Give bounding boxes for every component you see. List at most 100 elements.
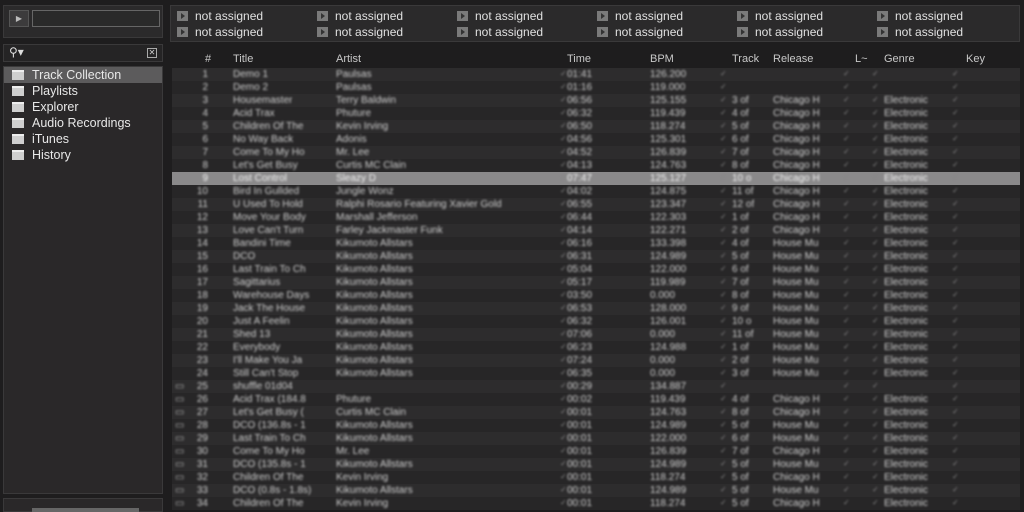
table-row[interactable]: ▭ 32 Children Of The Kevin Irving 00:01 118.2…: [172, 471, 1020, 484]
col-artist[interactable]: Artist: [336, 53, 361, 65]
favorite-slot[interactable]: not assigned: [175, 24, 315, 40]
track-icon: ▭: [175, 446, 185, 457]
table-row[interactable]: 11 U Used To Hold Ralphi Rosario Featuring…: [172, 198, 1020, 211]
cell-num: 11: [197, 199, 208, 210]
scrollbar[interactable]: [32, 508, 139, 512]
tree-item[interactable]: Audio Recordings: [4, 115, 162, 131]
table-row[interactable]: ▭ 31 DCO (135.8s - 1 Kikumoto Allstars 00:01…: [172, 458, 1020, 471]
cell-artist: Sleazy D: [336, 173, 377, 184]
favorite-slot[interactable]: not assigned: [315, 8, 455, 24]
table-row[interactable]: 17 Sagittarius Kikumoto Allstars 05:17 119.9…: [172, 276, 1020, 289]
favorite-slot[interactable]: not assigned: [595, 8, 735, 24]
edit-mark-icon: ✓: [872, 498, 879, 507]
table-row[interactable]: 12 Move Your Body Marshall Jefferson 06:44 1…: [172, 211, 1020, 224]
table-row[interactable]: 5 Children Of The Kevin Irving 06:50 118.274…: [172, 120, 1020, 133]
cell-bpm: 134.887: [650, 381, 687, 392]
table-row[interactable]: 23 I'll Make You Ja Kikumoto Allstars 07:24…: [172, 354, 1020, 367]
favorite-slot[interactable]: not assigned: [455, 8, 595, 24]
table-row[interactable]: 7 Come To My Ho Mr. Lee 04:52 126.839 7 of Chi…: [172, 146, 1020, 159]
cell-title: Bandini Time: [233, 238, 291, 249]
edit-mark-icon: ✓: [843, 95, 850, 104]
table-row[interactable]: 2 Demo 2 Paulsas 01:16 119.000 ✓ ✓ ✓ ✓ ✓: [172, 81, 1020, 94]
col-key[interactable]: Key: [966, 53, 985, 65]
tree-item[interactable]: History: [4, 147, 162, 163]
table-row[interactable]: 22 Everybody Kikumoto Allstars 06:23 124.988…: [172, 341, 1020, 354]
table-row[interactable]: ▭ 33 DCO (0.8s - 1.8s) Kikumoto Allstars 00:…: [172, 484, 1020, 497]
table-row[interactable]: 18 Warehouse Days Kikumoto Allstars 03:50 0.…: [172, 289, 1020, 302]
cell-bpm: 124.988: [650, 342, 687, 353]
cell-artist: Paulsas: [336, 69, 372, 80]
edit-mark-icon: ✓: [843, 472, 850, 481]
table-row[interactable]: ▭ 25 shuffle 01d04 00:29 134.887 ✓ ✓ ✓ ✓ ✓: [172, 380, 1020, 393]
favorite-slot[interactable]: not assigned: [595, 24, 735, 40]
cell-track: 1 of: [732, 342, 749, 353]
table-row[interactable]: 20 Just A Feelin Kikumoto Allstars 06:32 126…: [172, 315, 1020, 328]
clear-search-icon[interactable]: ✕: [147, 48, 157, 58]
col-num[interactable]: #: [205, 53, 211, 65]
table-row[interactable]: ▭ 29 Last Train To Ch Kikumoto Allstars 00:0…: [172, 432, 1020, 445]
table-row[interactable]: 9 Lost Control Sleazy D 07:47 125.127 10 o Chi…: [172, 172, 1020, 185]
tree-item[interactable]: Playlists: [4, 83, 162, 99]
search-icon[interactable]: ⚲▾: [9, 45, 24, 59]
favorite-slot[interactable]: not assigned: [455, 24, 595, 40]
table-row[interactable]: 1 Demo 1 Paulsas 01:41 126.200 ✓ ✓ ✓ ✓ ✓: [172, 68, 1020, 81]
cell-time: 06:44: [567, 212, 593, 223]
edit-mark-icon: ✓: [560, 407, 567, 416]
table-row[interactable]: 8 Let's Get Busy Curtis MC Clain 04:13 124.7…: [172, 159, 1020, 172]
table-row[interactable]: 3 Housemaster Terry Baldwin 06:56 125.155 3 o…: [172, 94, 1020, 107]
table-row[interactable]: 19 Jack The House Kikumoto Allstars 06:53 12…: [172, 302, 1020, 315]
col-title[interactable]: Title: [233, 53, 253, 65]
table-row[interactable]: ▭ 28 DCO (136.8s - 1 Kikumoto Allstars 00:01…: [172, 419, 1020, 432]
cell-bpm: 118.274: [650, 121, 686, 132]
table-row[interactable]: 16 Last Train To Ch Kikumoto Allstars 05:04…: [172, 263, 1020, 276]
col-bpm[interactable]: BPM: [650, 53, 674, 65]
table-row[interactable]: 14 Bandini Time Kikumoto Allstars 06:16 133.…: [172, 237, 1020, 250]
favorite-slot[interactable]: not assigned: [315, 24, 455, 40]
favorite-slot[interactable]: not assigned: [175, 8, 315, 24]
track-icon: ▭: [175, 394, 185, 405]
cell-artist: Kikumoto Allstars: [336, 316, 413, 327]
edit-mark-icon: ✓: [843, 186, 850, 195]
edit-mark-icon: ✓: [952, 199, 959, 208]
edit-mark-icon: ✓: [843, 199, 850, 208]
cell-num: 32: [196, 472, 208, 483]
cell-genre: Electronic: [884, 485, 928, 496]
favorite-slot[interactable]: not assigned: [735, 24, 875, 40]
col-track[interactable]: Track: [732, 53, 759, 65]
edit-mark-icon: ✓: [720, 303, 727, 312]
table-row[interactable]: 4 Acid Trax Phuture 06:32 119.439 4 of Chicago…: [172, 107, 1020, 120]
itunes-icon: [12, 134, 24, 144]
table-row[interactable]: ▭ 26 Acid Trax (184.8 Phuture 00:02 119.439 4 …: [172, 393, 1020, 406]
favorite-slot[interactable]: not assigned: [875, 8, 1015, 24]
cell-release: Chicago H: [773, 212, 820, 223]
table-row[interactable]: 13 Love Can't Turn Farley Jackmaster Funk 0…: [172, 224, 1020, 237]
favorite-slot[interactable]: not assigned: [875, 24, 1015, 40]
edit-mark-icon: ✓: [843, 394, 850, 403]
table-row[interactable]: 6 No Way Back Adonis 04:56 125.301 6 of Chicag…: [172, 133, 1020, 146]
table-row[interactable]: ▭ 27 Let's Get Busy (Curtis MC Clain 00:01 1…: [172, 406, 1020, 419]
tree-item[interactable]: Explorer: [4, 99, 162, 115]
table-row[interactable]: ▭ 30 Come To My Ho Mr. Lee 00:01 126.839 7 of C…: [172, 445, 1020, 458]
col-label[interactable]: L~: [855, 53, 868, 65]
table-row[interactable]: ▭ 34 Children Of The Kevin Irving 00:01 118.2…: [172, 497, 1020, 510]
cell-num: 31: [196, 459, 208, 470]
col-time[interactable]: Time: [567, 53, 591, 65]
edit-mark-icon: ✓: [952, 472, 959, 481]
cell-track: 10 o: [732, 316, 752, 327]
col-release[interactable]: Release: [773, 53, 813, 65]
cell-release: House Mu: [773, 290, 819, 301]
edit-mark-icon: ✓: [952, 394, 959, 403]
table-row[interactable]: 15 DCO Kikumoto Allstars 06:31 124.989 5 of Ho…: [172, 250, 1020, 263]
table-row[interactable]: 24 Still Can't Stop Kikumoto Allstars 06:35…: [172, 367, 1020, 380]
favorite-slot[interactable]: not assigned: [735, 8, 875, 24]
search-bar[interactable]: ⚲▾ ✕: [3, 44, 163, 62]
col-genre[interactable]: Genre: [884, 53, 915, 65]
play-icon[interactable]: ▶: [9, 10, 29, 27]
tree-item[interactable]: iTunes: [4, 131, 162, 147]
preview-field[interactable]: [32, 10, 160, 27]
edit-mark-icon: ✓: [560, 316, 567, 325]
table-row[interactable]: 21 Shed 13 Kikumoto Allstars 07:06 0.000 11 o…: [172, 328, 1020, 341]
table-row[interactable]: 10 Bird In Gullded Jungle Wonz 04:02 124.875…: [172, 185, 1020, 198]
tree-item[interactable]: Track Collection: [4, 67, 162, 83]
edit-mark-icon: ✓: [872, 212, 879, 221]
